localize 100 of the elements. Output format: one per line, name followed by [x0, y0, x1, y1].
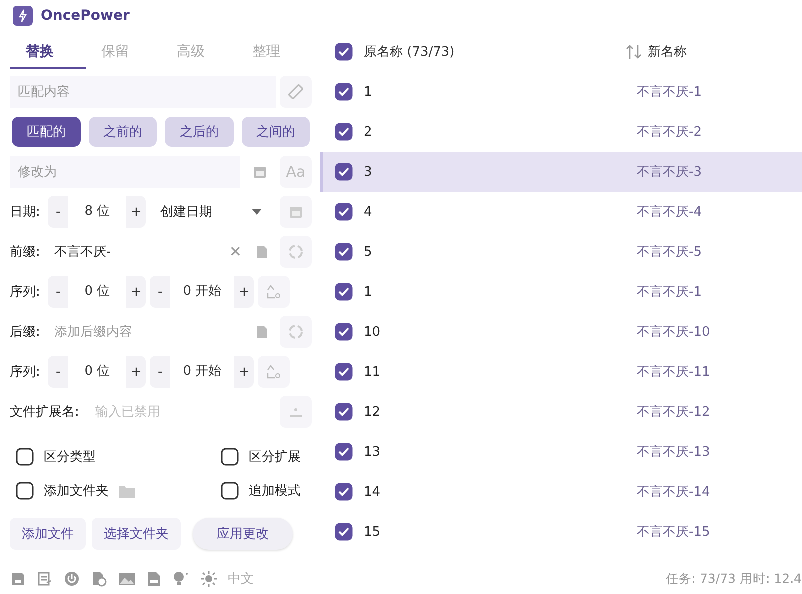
- modify-field[interactable]: 修改为: [10, 156, 240, 188]
- checkbox[interactable]: [335, 243, 353, 261]
- checkbox[interactable]: [335, 523, 353, 541]
- file-row[interactable]: 12 不言不厌-12: [320, 392, 802, 432]
- new-name: 不言不厌-13: [637, 444, 710, 461]
- refresh-button[interactable]: [280, 236, 312, 268]
- file-row[interactable]: 5 不言不厌-5: [320, 232, 802, 272]
- column-header: 原名称 (73/73): [364, 44, 456, 61]
- calendar-icon[interactable]: [252, 164, 268, 180]
- file-row[interactable]: 10 不言不厌-10: [320, 312, 802, 352]
- original-name: 10: [364, 324, 382, 340]
- increment-button[interactable]: +: [126, 364, 146, 380]
- new-name: 不言不厌-3: [637, 164, 702, 181]
- checkbox[interactable]: [16, 482, 34, 500]
- caret-icon: [252, 209, 262, 215]
- power-icon[interactable]: [64, 571, 80, 587]
- checkbox[interactable]: [335, 323, 353, 341]
- file-row[interactable]: 3 不言不厌-3: [320, 152, 802, 192]
- upload-button[interactable]: [280, 396, 312, 428]
- new-name: 不言不厌-15: [637, 524, 710, 541]
- checkbox[interactable]: [335, 483, 353, 501]
- digits-value: 0 位: [68, 276, 126, 308]
- new-name: 不言不厌-5: [637, 244, 702, 261]
- sun-icon[interactable]: [201, 571, 217, 587]
- checkbox[interactable]: [335, 123, 353, 141]
- tab[interactable]: 替换: [10, 35, 86, 69]
- file-icon[interactable]: [256, 325, 268, 339]
- increment-button[interactable]: +: [126, 284, 146, 300]
- checkbox[interactable]: [335, 163, 353, 181]
- checkbox[interactable]: [335, 203, 353, 221]
- file-row[interactable]: 15 不言不厌-15: [320, 512, 802, 552]
- start-value: 0 开始: [170, 276, 234, 308]
- calendar-icon: [288, 204, 304, 220]
- checkbox[interactable]: [335, 443, 353, 461]
- checkbox[interactable]: [16, 448, 34, 466]
- prefix-label: 前缀:: [10, 244, 40, 261]
- folder-icon: [119, 484, 135, 498]
- checkbox[interactable]: [335, 83, 353, 101]
- file-row[interactable]: 11 不言不厌-11: [320, 352, 802, 392]
- calendar-button[interactable]: [280, 196, 312, 228]
- date-label: 日期:: [10, 204, 40, 221]
- sequence-label: 序列:: [10, 284, 40, 301]
- app-title: OncePower: [41, 8, 130, 24]
- lightbulb-icon[interactable]: [172, 571, 190, 587]
- digits-value: 0 位: [68, 356, 126, 388]
- original-name: 4: [364, 204, 374, 220]
- mode-button[interactable]: 之间的: [242, 117, 310, 147]
- file-row[interactable]: 2 不言不厌-2: [320, 112, 802, 152]
- original-name: 14: [364, 484, 382, 500]
- file-row[interactable]: 4 不言不厌-4: [320, 192, 802, 232]
- document-list-icon[interactable]: [37, 571, 53, 587]
- mode-button[interactable]: 匹配的: [12, 117, 80, 147]
- new-name: 不言不厌-1: [637, 284, 702, 301]
- new-name: 不言不厌-1: [637, 84, 702, 101]
- original-name: 2: [364, 124, 374, 140]
- checkbox[interactable]: [335, 363, 353, 381]
- increment-button[interactable]: +: [234, 284, 254, 300]
- action-button[interactable]: 应用更改: [193, 518, 293, 550]
- decrement-button[interactable]: -: [48, 284, 68, 300]
- extension-label: 文件扩展名:: [10, 404, 80, 421]
- decrement-button[interactable]: -: [48, 364, 68, 380]
- file-row[interactable]: 13 不言不厌-13: [320, 432, 802, 472]
- sequence-format-button[interactable]: [258, 276, 290, 308]
- file-row[interactable]: 1 不言不厌-1: [320, 272, 802, 312]
- ruler-button[interactable]: [280, 76, 312, 108]
- mode-button[interactable]: 之后的: [165, 117, 234, 147]
- new-name: 不言不厌-11: [637, 364, 710, 381]
- checkbox[interactable]: [221, 448, 239, 466]
- original-name: 1: [364, 284, 374, 300]
- match-field[interactable]: 匹配内容: [10, 76, 276, 108]
- new-name: 不言不厌-14: [637, 484, 710, 501]
- file-icon[interactable]: [256, 245, 268, 259]
- refresh-button[interactable]: [280, 316, 312, 348]
- decrement-button[interactable]: -: [48, 204, 68, 220]
- increment-button[interactable]: +: [234, 364, 254, 380]
- save-icon[interactable]: [10, 571, 26, 587]
- refresh-icon: [287, 323, 305, 341]
- csv-file-icon[interactable]: [147, 571, 161, 587]
- original-name: 11: [364, 364, 382, 380]
- increment-button[interactable]: +: [126, 204, 146, 220]
- checkbox[interactable]: [335, 43, 353, 61]
- file-row[interactable]: 1 不言不厌-1: [320, 72, 802, 112]
- file-row[interactable]: 14 不言不厌-14: [320, 472, 802, 512]
- image-icon[interactable]: [118, 571, 136, 587]
- action-button[interactable]: 选择文件夹: [92, 518, 181, 550]
- mode-button[interactable]: 之前的: [88, 117, 157, 147]
- original-name: 5: [364, 244, 374, 260]
- document-clock-icon[interactable]: [91, 571, 107, 587]
- decrement-button[interactable]: -: [150, 364, 170, 380]
- checkbox[interactable]: [335, 283, 353, 301]
- swap-arrows-icon[interactable]: [626, 44, 642, 60]
- digits-value: 8 位: [68, 196, 126, 228]
- option-label: 添加文件夹: [44, 483, 109, 500]
- sequence-format-button[interactable]: [258, 356, 290, 388]
- checkbox[interactable]: [335, 403, 353, 421]
- column-header: 新名称: [648, 44, 687, 61]
- action-button[interactable]: 添加文件: [10, 518, 86, 550]
- checkbox[interactable]: [221, 482, 239, 500]
- decrement-button[interactable]: -: [150, 284, 170, 300]
- option-label: 区分类型: [44, 449, 96, 466]
